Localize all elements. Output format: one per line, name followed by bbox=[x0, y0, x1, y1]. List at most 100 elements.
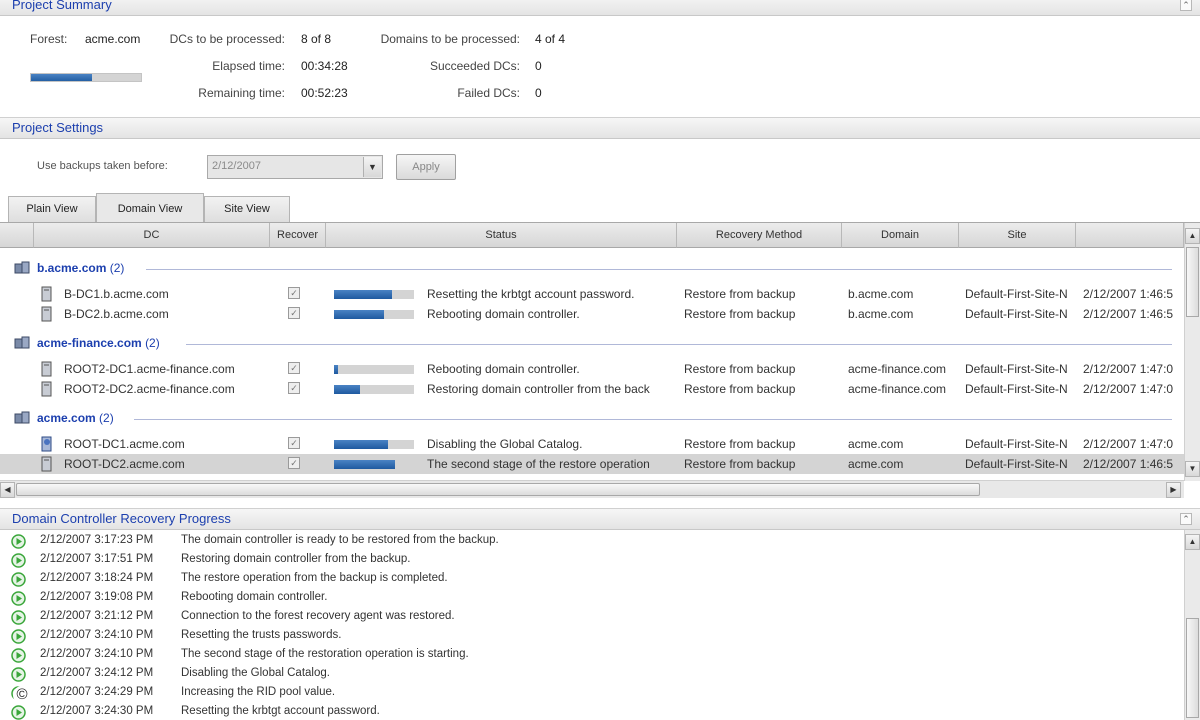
domain-icon bbox=[14, 336, 30, 349]
forest-value: acme.com bbox=[85, 32, 141, 46]
status-text: Resetting the krbtgt account password. bbox=[427, 287, 635, 301]
domain-name: acme.com bbox=[848, 437, 904, 451]
row-progress-bar bbox=[334, 290, 414, 299]
backup-date-value: 2/12/2007 bbox=[212, 160, 261, 172]
log-message: Disabling the Global Catalog. bbox=[181, 667, 330, 679]
table-row-selected[interactable]: ROOT-DC2.acme.com ✓ The second stage of … bbox=[0, 454, 1184, 474]
scroll-thumb[interactable] bbox=[1186, 247, 1199, 317]
project-summary-header[interactable]: Project Summary ⌃ bbox=[0, 0, 1200, 16]
log-entry: 2/12/2007 3:24:10 PM The second stage of … bbox=[0, 646, 1184, 665]
play-status-icon bbox=[11, 667, 26, 682]
log-message: The restore operation from the backup is… bbox=[181, 572, 448, 584]
recovery-method: Restore from backup bbox=[684, 287, 796, 301]
tab-site-view[interactable]: Site View bbox=[204, 196, 290, 222]
dc-name: ROOT-DC2.acme.com bbox=[64, 457, 185, 471]
play-status-icon bbox=[11, 648, 26, 663]
elapsed-value: 00:34:28 bbox=[301, 59, 348, 73]
recover-checkbox[interactable]: ✓ bbox=[288, 362, 300, 374]
overall-progress-bar bbox=[30, 73, 142, 82]
log-message: Resetting the trusts passwords. bbox=[181, 629, 342, 641]
log-entry: 2/12/2007 3:24:30 PM Resetting the krbtgt… bbox=[0, 703, 1184, 720]
recover-checkbox[interactable]: ✓ bbox=[288, 437, 300, 449]
remaining-label: Remaining time: bbox=[198, 86, 285, 100]
apply-button[interactable]: Apply bbox=[396, 154, 456, 180]
collapse-icon[interactable]: ⌃ bbox=[1180, 0, 1192, 11]
recovery-progress-header[interactable]: Domain Controller Recovery Progress ⌃ bbox=[0, 508, 1200, 530]
status-text: Restoring domain controller from the bac… bbox=[427, 382, 650, 396]
recovery-log: 2/12/2007 3:17:23 PM The domain controlle… bbox=[0, 530, 1184, 720]
column-header-recover[interactable]: Recover bbox=[270, 223, 326, 248]
site-name: Default-First-Site-N bbox=[965, 457, 1068, 471]
log-message: The domain controller is ready to be res… bbox=[181, 534, 499, 546]
global-catalog-server-icon bbox=[41, 436, 52, 452]
domain-name: b.acme.com bbox=[848, 307, 914, 321]
scroll-thumb[interactable] bbox=[16, 483, 980, 496]
timestamp: 2/12/2007 1:47:0 bbox=[1083, 362, 1174, 376]
server-icon bbox=[41, 456, 52, 472]
dropdown-arrow-icon[interactable]: ▼ bbox=[363, 157, 381, 177]
site-name: Default-First-Site-N bbox=[965, 382, 1068, 396]
timestamp: 2/12/2007 1:46:5 bbox=[1083, 287, 1174, 301]
table-row[interactable]: ROOT2-DC2.acme-finance.com ✓ Restoring d… bbox=[0, 379, 1184, 399]
log-timestamp: 2/12/2007 3:24:12 PM bbox=[40, 667, 154, 679]
log-entry: 2/12/2007 3:24:29 PM Increasing the RID p… bbox=[0, 684, 1184, 703]
scroll-right-icon[interactable]: ▶ bbox=[1166, 482, 1181, 498]
grid-vertical-scrollbar[interactable]: ▲ ▼ bbox=[1184, 223, 1200, 481]
play-status-icon bbox=[11, 591, 26, 606]
recover-checkbox[interactable]: ✓ bbox=[288, 457, 300, 469]
group-name: b.acme.com bbox=[37, 261, 107, 275]
column-header-status[interactable]: Status bbox=[326, 223, 677, 248]
grid-horizontal-scrollbar[interactable]: ◀ ▶ bbox=[0, 480, 1184, 498]
domain-name: acme-finance.com bbox=[848, 362, 947, 376]
column-header-extra[interactable] bbox=[1076, 223, 1184, 248]
group-header-acme-finance[interactable]: acme-finance.com (2) bbox=[0, 333, 1184, 355]
log-timestamp: 2/12/2007 3:24:30 PM bbox=[40, 705, 154, 717]
recover-checkbox[interactable]: ✓ bbox=[288, 307, 300, 319]
tab-domain-view[interactable]: Domain View bbox=[96, 193, 204, 222]
table-row[interactable]: ROOT-DC1.acme.com ✓ Disabling the Global… bbox=[0, 434, 1184, 454]
timestamp: 2/12/2007 1:46:5 bbox=[1083, 457, 1174, 471]
group-divider bbox=[186, 344, 1172, 345]
server-icon bbox=[41, 286, 52, 302]
row-progress-bar bbox=[334, 460, 414, 469]
play-status-icon bbox=[11, 553, 26, 568]
group-header-acme[interactable]: acme.com (2) bbox=[0, 408, 1184, 430]
scroll-left-icon[interactable]: ◀ bbox=[0, 482, 15, 498]
server-icon bbox=[41, 361, 52, 377]
column-header-domain[interactable]: Domain bbox=[842, 223, 959, 248]
column-header-site[interactable]: Site bbox=[959, 223, 1076, 248]
log-message: Rebooting domain controller. bbox=[181, 591, 328, 603]
scroll-up-icon[interactable]: ▲ bbox=[1185, 228, 1200, 244]
scroll-down-icon[interactable]: ▼ bbox=[1185, 461, 1200, 477]
recover-checkbox[interactable]: ✓ bbox=[288, 287, 300, 299]
failed-label: Failed DCs: bbox=[457, 86, 520, 100]
log-timestamp: 2/12/2007 3:24:10 PM bbox=[40, 629, 154, 641]
log-timestamp: 2/12/2007 3:17:23 PM bbox=[40, 534, 154, 546]
table-row[interactable]: ROOT2-DC1.acme-finance.com ✓ Rebooting d… bbox=[0, 359, 1184, 379]
scroll-thumb[interactable] bbox=[1186, 618, 1199, 718]
log-message: The second stage of the restoration oper… bbox=[181, 648, 469, 660]
group-name: acme.com bbox=[37, 411, 96, 425]
row-progress-bar bbox=[334, 440, 414, 449]
log-vertical-scrollbar[interactable]: ▲ bbox=[1184, 530, 1200, 720]
group-header-b-acme[interactable]: b.acme.com (2) bbox=[0, 258, 1184, 280]
forest-label: Forest: bbox=[30, 32, 68, 46]
project-settings-header[interactable]: Project Settings bbox=[0, 117, 1200, 139]
log-timestamp: 2/12/2007 3:17:51 PM bbox=[40, 553, 154, 565]
backup-date-select[interactable]: 2/12/2007 ▼ bbox=[207, 155, 383, 179]
play-status-icon bbox=[11, 610, 26, 625]
column-header-recovery-method[interactable]: Recovery Method bbox=[677, 223, 842, 248]
scroll-up-icon[interactable]: ▲ bbox=[1185, 534, 1200, 550]
collapse-icon[interactable]: ⌃ bbox=[1180, 513, 1192, 525]
table-row[interactable]: B-DC2.b.acme.com ✓ Rebooting domain cont… bbox=[0, 304, 1184, 324]
table-row[interactable]: B-DC1.b.acme.com ✓ Resetting the krbtgt … bbox=[0, 284, 1184, 304]
log-timestamp: 2/12/2007 3:24:29 PM bbox=[40, 686, 154, 698]
tab-plain-view[interactable]: Plain View bbox=[8, 196, 96, 222]
succeeded-label: Succeeded DCs: bbox=[429, 59, 520, 73]
project-settings-title: Project Settings bbox=[12, 120, 104, 135]
recover-checkbox[interactable]: ✓ bbox=[288, 382, 300, 394]
domain-name: b.acme.com bbox=[848, 287, 914, 301]
log-entry: 2/12/2007 3:24:10 PM Resetting the trusts… bbox=[0, 627, 1184, 646]
recovery-method: Restore from backup bbox=[684, 457, 796, 471]
column-header-dc[interactable]: DC bbox=[34, 223, 270, 248]
